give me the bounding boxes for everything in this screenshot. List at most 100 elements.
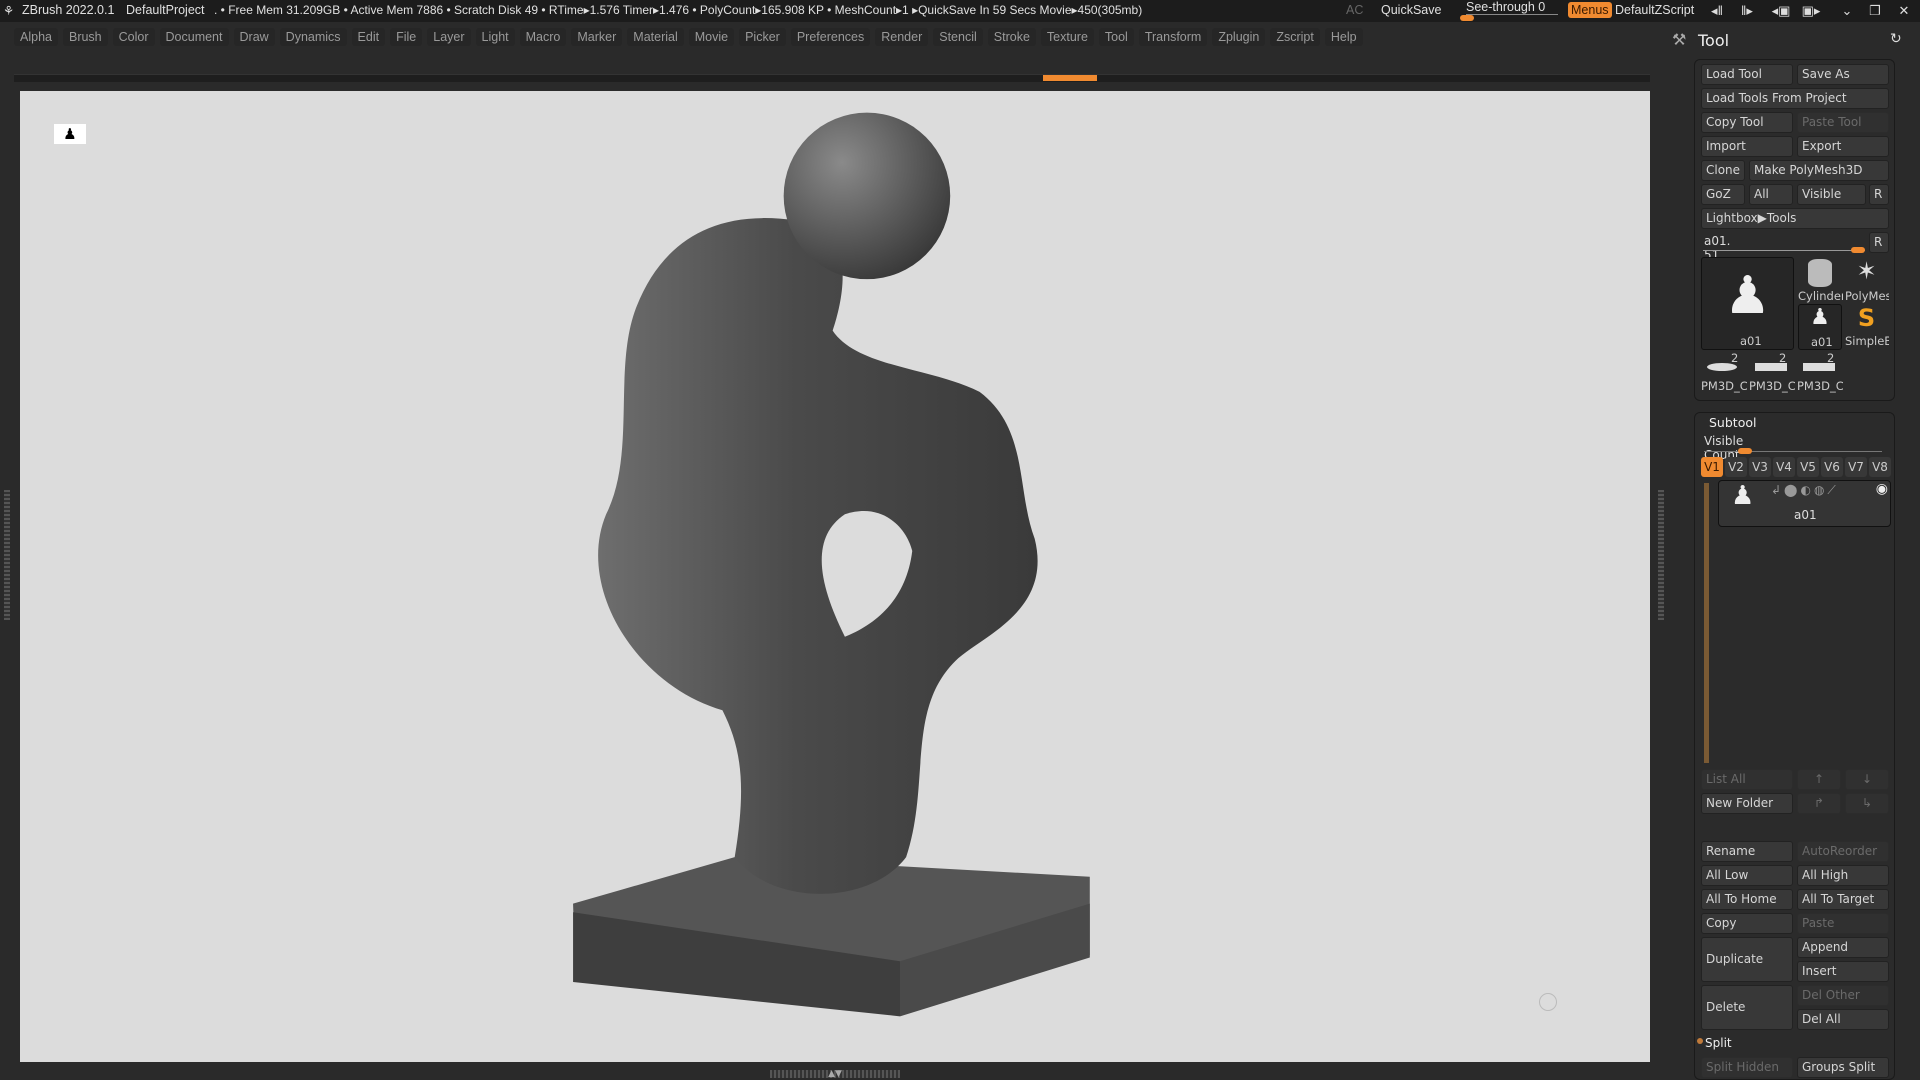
goz-button[interactable]: GoZ <box>1701 184 1745 205</box>
restore-icon[interactable]: ❐ <box>1864 3 1886 19</box>
thumb-simpleb[interactable]: S SimpleB <box>1844 304 1889 350</box>
append-button[interactable]: Append <box>1797 937 1889 958</box>
subtool-item-a01[interactable]: ♟ ↲⬤◐◍⟋ ◉ a01 <box>1718 480 1891 527</box>
menu-picker[interactable]: Picker <box>739 28 786 46</box>
right-tray-toggle[interactable] <box>1658 490 1664 620</box>
menu-layer[interactable]: Layer <box>427 28 471 46</box>
duplicate-button[interactable]: Duplicate <box>1701 937 1793 982</box>
tool-slider-r-button[interactable]: R <box>1869 232 1889 253</box>
del-other-button[interactable]: Del Other <box>1797 985 1889 1006</box>
visible-count-slider[interactable] <box>1704 451 1882 452</box>
bottom-tray-toggle[interactable]: ▲▼ <box>770 1070 900 1079</box>
menu-render[interactable]: Render <box>875 28 929 46</box>
all-to-target-button[interactable]: All To Target <box>1797 889 1889 910</box>
tool-slider[interactable] <box>1703 250 1865 251</box>
seethrough-slider[interactable]: See-through 0 <box>1466 0 1558 15</box>
copy-tool-button[interactable]: Copy Tool <box>1701 112 1793 133</box>
subtool-scrollbar[interactable] <box>1704 483 1709 763</box>
move-down-icon[interactable]: ↓ <box>1845 769 1889 790</box>
all-high-button[interactable]: All High <box>1797 865 1889 886</box>
indent-icon[interactable]: ↳ <box>1845 793 1889 814</box>
menu-document[interactable]: Document <box>159 28 229 46</box>
list-all-button[interactable]: List All <box>1701 769 1793 790</box>
menu-texture[interactable]: Texture <box>1040 28 1094 46</box>
menus-button[interactable]: Menus <box>1568 2 1612 18</box>
insert-button[interactable]: Insert <box>1797 961 1889 982</box>
load-tool-button[interactable]: Load Tool <box>1701 64 1793 85</box>
menu-transform[interactable]: Transform <box>1138 28 1208 46</box>
visibility-set-tab-v7[interactable]: V7 <box>1845 457 1867 477</box>
timeline-track[interactable] <box>14 74 1650 82</box>
all-to-home-button[interactable]: All To Home <box>1701 889 1793 910</box>
subtool-item-toggle-icons[interactable]: ↲⬤◐◍⟋ <box>1771 483 1839 498</box>
save-as-button[interactable]: Save As <box>1797 64 1889 85</box>
quicksave-button[interactable]: QuickSave <box>1381 3 1441 17</box>
new-folder-button[interactable]: New Folder <box>1701 793 1793 814</box>
seethrough-handle[interactable] <box>1460 15 1474 21</box>
del-all-button[interactable]: Del All <box>1797 1009 1889 1030</box>
visibility-set-tab-v8[interactable]: V8 <box>1869 457 1891 477</box>
menu-dynamics[interactable]: Dynamics <box>279 28 347 46</box>
close-icon[interactable]: ✕ <box>1893 3 1915 19</box>
clone-button[interactable]: Clone <box>1701 160 1745 181</box>
thumb-pm3d-2[interactable]: 2 PM3D_C <box>1749 351 1795 397</box>
menu-zscript[interactable]: Zscript <box>1270 28 1320 46</box>
goz-r-button[interactable]: R <box>1869 184 1889 205</box>
navigation-gizmo-icon[interactable] <box>1539 993 1557 1011</box>
visibility-set-tab-v4[interactable]: V4 <box>1773 457 1795 477</box>
visibility-set-tab-v6[interactable]: V6 <box>1821 457 1843 477</box>
export-button[interactable]: Export <box>1797 136 1889 157</box>
default-zscript-button[interactable]: DefaultZScript <box>1615 3 1694 17</box>
layout-next-icon[interactable]: ▣▸ <box>1800 3 1822 19</box>
reset-icon[interactable]: ↻ <box>1890 31 1902 47</box>
visibility-set-tab-v3[interactable]: V3 <box>1749 457 1771 477</box>
subtool-title[interactable]: Subtool <box>1709 415 1756 430</box>
scroll-right-icon[interactable]: ‖▸ <box>1736 3 1758 19</box>
paste-button[interactable]: Paste <box>1797 913 1889 934</box>
thumb-pm3d-1[interactable]: 2 PM3D_C <box>1701 351 1747 397</box>
split-hidden-button[interactable]: Split Hidden <box>1701 1057 1793 1078</box>
menu-draw[interactable]: Draw <box>233 28 275 46</box>
thumb-pm3d-3[interactable]: 2 PM3D_C <box>1797 351 1843 397</box>
menu-light[interactable]: Light <box>475 28 515 46</box>
lightbox-tools-button[interactable]: Lightbox▶Tools <box>1701 208 1889 229</box>
thumb-a01-large[interactable]: ♟ a01 <box>1701 257 1794 350</box>
delete-button[interactable]: Delete <box>1701 985 1793 1030</box>
load-tools-from-project-button[interactable]: Load Tools From Project <box>1701 88 1889 109</box>
visibility-set-tab-v2[interactable]: V2 <box>1725 457 1747 477</box>
scroll-left-icon[interactable]: ◂‖ <box>1706 3 1728 19</box>
split-title[interactable]: Split <box>1705 1036 1732 1050</box>
all-low-button[interactable]: All Low <box>1701 865 1793 886</box>
layout-prev-icon[interactable]: ◂▣ <box>1770 3 1792 19</box>
eye-icon[interactable]: ◉ <box>1876 481 1888 497</box>
ac-button[interactable]: AC <box>1346 3 1363 17</box>
import-button[interactable]: Import <box>1701 136 1793 157</box>
copy-button[interactable]: Copy <box>1701 913 1793 934</box>
minimize-icon[interactable]: ⌄ <box>1836 3 1858 19</box>
menu-material[interactable]: Material <box>627 28 684 46</box>
goz-all-button[interactable]: All <box>1749 184 1793 205</box>
tool-slider-handle[interactable] <box>1851 247 1865 253</box>
autoreorder-button[interactable]: AutoReorder <box>1797 841 1889 862</box>
thumb-cylinder[interactable]: Cylinder <box>1798 257 1843 303</box>
goz-visible-button[interactable]: Visible <box>1797 184 1866 205</box>
timeline-marker[interactable] <box>1043 75 1097 81</box>
make-polymesh3d-button[interactable]: Make PolyMesh3D <box>1749 160 1889 181</box>
rename-button[interactable]: Rename <box>1701 841 1793 862</box>
visibility-set-tab-v5[interactable]: V5 <box>1797 457 1819 477</box>
thumb-a01-small[interactable]: ♟ a01 <box>1798 304 1842 350</box>
menu-tool[interactable]: Tool <box>1098 28 1134 46</box>
menu-file[interactable]: File <box>390 28 423 46</box>
visible-count-handle[interactable] <box>1738 448 1752 454</box>
visibility-set-tab-v1[interactable]: V1 <box>1701 457 1723 477</box>
thumb-polymesh[interactable]: ✶ PolyMes <box>1844 257 1889 303</box>
groups-split-button[interactable]: Groups Split <box>1797 1057 1889 1078</box>
menu-help[interactable]: Help <box>1324 28 1363 46</box>
menu-preferences[interactable]: Preferences <box>790 28 871 46</box>
menu-edit[interactable]: Edit <box>351 28 386 46</box>
left-tray-toggle[interactable] <box>4 490 10 620</box>
menu-movie[interactable]: Movie <box>688 28 735 46</box>
redirect-icon[interactable]: ↱ <box>1797 793 1841 814</box>
menu-macro[interactable]: Macro <box>519 28 567 46</box>
menu-brush[interactable]: Brush <box>62 28 108 46</box>
